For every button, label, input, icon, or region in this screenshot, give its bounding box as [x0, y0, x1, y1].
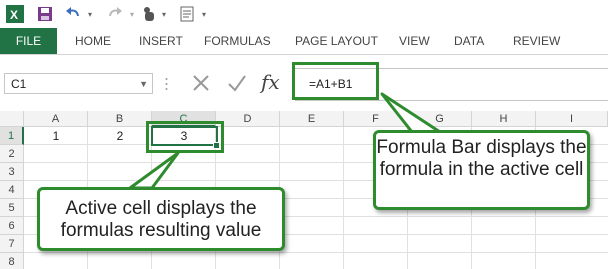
active-cell-callout: Active cell displays the formulas result… — [37, 187, 285, 251]
active-cell-callout-text: Active cell displays the formulas result… — [60, 198, 262, 241]
formula-bar-callout-text: Formula Bar displays the formula in the … — [376, 137, 587, 180]
formula-bar-callout: Formula Bar displays the formula in the … — [373, 130, 590, 210]
